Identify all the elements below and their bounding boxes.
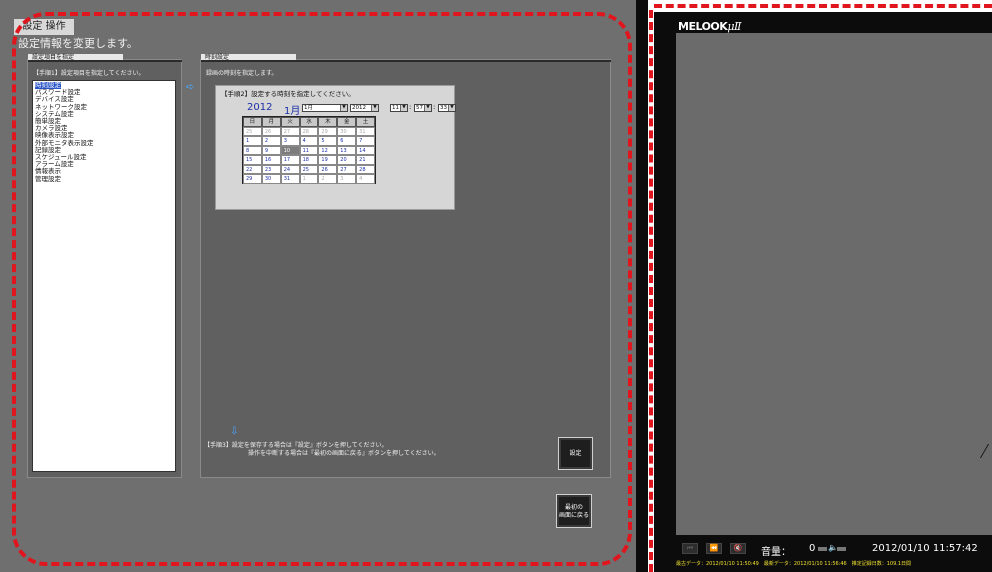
settings-window: 設定 操作 設定情報を変更します。 設定項目を指定 【手順1】設定項目を指定して…: [0, 0, 636, 572]
current-timestamp: 2012/01/10 11:57:42: [872, 543, 978, 554]
volume-label: 音量：: [761, 547, 791, 558]
highlight-box-settings: [12, 12, 632, 566]
highlight-divider-dash: [649, 10, 653, 572]
logo-mu: μⅡ: [727, 20, 741, 33]
video-area[interactable]: [676, 33, 992, 535]
video-overlay-line: [979, 444, 992, 458]
divider: [636, 0, 648, 572]
melook-logo: MELOOKμⅡ: [678, 20, 741, 33]
skip-back-icon[interactable]: ⏮: [682, 543, 698, 554]
viewer-window: MELOOKμⅡ ⏮ ⏪ 🔇 音量： 0 🔈 2012/01/10 11:57:…: [654, 12, 992, 572]
step-back-icon[interactable]: ⏪: [706, 543, 722, 554]
highlight-top-dash: [654, 4, 992, 8]
volume-up-bar[interactable]: [837, 547, 846, 551]
mute-icon[interactable]: 🔇: [730, 543, 746, 554]
volume-down-bar[interactable]: [818, 547, 827, 551]
volume-value: 0: [809, 543, 816, 554]
playback-control-bar: ⏮ ⏪ 🔇 音量： 0 🔈 2012/01/10 11:57:42: [676, 541, 992, 558]
recording-status-line: 最古データ：2012/01/10 11:50:49 最新データ：2012/01/…: [676, 561, 912, 567]
logo-text: MELOOK: [678, 20, 728, 33]
